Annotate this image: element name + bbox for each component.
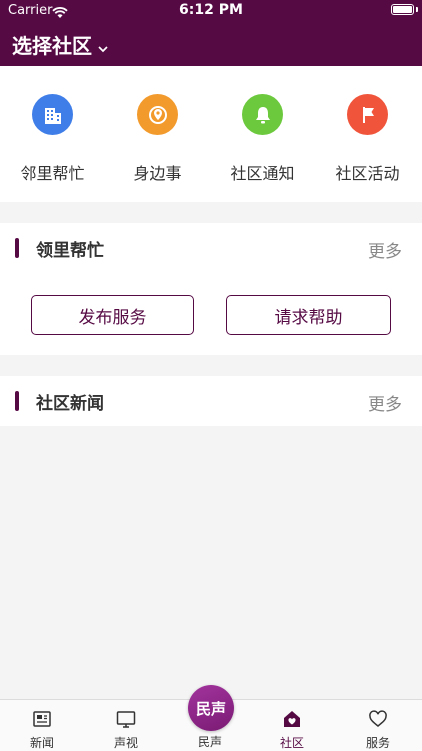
quick-action-label: 社区通知 [230, 164, 295, 183]
building-icon [32, 94, 73, 135]
section-accent-bar [15, 391, 19, 411]
tab-community[interactable]: 社区 [250, 700, 334, 751]
section-accent-bar [15, 238, 19, 258]
app-header: Carrier 6:12 PM 选择社区 [0, 0, 422, 66]
minsheng-icon: 民声 [195, 699, 226, 718]
tab-label: 新闻 [29, 736, 54, 750]
tab-label: 民声 [197, 735, 222, 749]
tab-news[interactable]: 新闻 [0, 700, 84, 751]
status-bar: Carrier 6:12 PM [0, 0, 422, 22]
section-title: 领里帮忙 [36, 241, 104, 261]
heart-icon [367, 708, 389, 730]
quick-action-nearby[interactable]: 身边事 [105, 66, 210, 202]
flag-icon [347, 94, 388, 135]
location-pin-icon [137, 94, 178, 135]
quick-action-label: 身边事 [133, 164, 182, 183]
tab-service[interactable]: 服务 [336, 700, 420, 751]
community-selector[interactable]: 选择社区 [12, 30, 108, 59]
tab-tv[interactable]: 声视 [84, 700, 168, 751]
tv-icon [115, 708, 137, 730]
neighbor-help-section: 领里帮忙 更多 发布服务 请求帮助 [0, 223, 422, 355]
quick-action-label: 社区活动 [335, 164, 400, 183]
quick-actions: 邻里帮忙 身边事 社区通知 社区活动 [0, 66, 422, 202]
status-time: 6:12 PM [179, 2, 243, 18]
tab-label: 服务 [365, 736, 390, 750]
section-title: 社区新闻 [36, 394, 104, 414]
request-help-button[interactable]: 请求帮助 [226, 295, 391, 335]
quick-action-events[interactable]: 社区活动 [315, 66, 420, 202]
publish-service-button[interactable]: 发布服务 [31, 295, 194, 335]
quick-action-neighbor-help[interactable]: 邻里帮忙 [0, 66, 105, 202]
quick-action-notice[interactable]: 社区通知 [210, 66, 315, 202]
quick-action-label: 邻里帮忙 [20, 164, 85, 183]
battery-tip [416, 7, 418, 12]
newspaper-icon [31, 708, 53, 730]
community-news-section: 社区新闻 更多 [0, 376, 422, 426]
tab-label: 声视 [113, 736, 138, 750]
chevron-down-icon [98, 34, 108, 58]
home-icon [281, 708, 303, 730]
tab-label: 社区 [279, 736, 304, 750]
more-link[interactable]: 更多 [368, 390, 402, 415]
section-header: 领里帮忙 更多 [0, 223, 422, 273]
section-header: 社区新闻 更多 [0, 376, 422, 426]
bell-icon [242, 94, 283, 135]
battery-icon [391, 4, 414, 15]
more-link[interactable]: 更多 [368, 237, 402, 262]
minsheng-center-button[interactable]: 民声 [188, 685, 234, 731]
community-selector-label: 选择社区 [12, 34, 92, 58]
